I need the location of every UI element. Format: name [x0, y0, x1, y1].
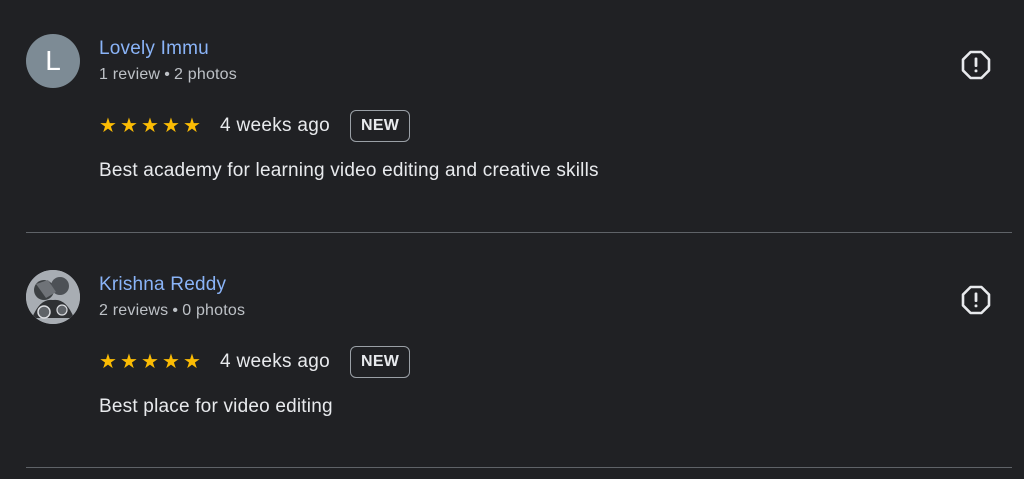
photo-count: 2 photos — [174, 66, 237, 83]
meta-separator: • — [172, 302, 179, 319]
star-icon: ★ — [162, 115, 180, 137]
reviewer-meta: 1 review • 2 photos — [99, 66, 237, 84]
review-card: L Lovely Immu 1 review • 2 photos ★ ★ ★ ★ … — [0, 0, 1024, 234]
star-icon: ★ — [141, 351, 159, 373]
divider — [26, 467, 1012, 468]
new-badge: NEW — [349, 346, 411, 378]
star-icon: ★ — [99, 351, 117, 373]
rating-row: ★ ★ ★ ★ ★ 4 weeks ago NEW — [99, 345, 411, 379]
star-icon: ★ — [183, 351, 201, 373]
avatar[interactable]: L — [26, 34, 80, 88]
star-icon: ★ — [141, 115, 159, 137]
star-rating: ★ ★ ★ ★ ★ — [99, 352, 202, 372]
reviewer-name[interactable]: Krishna Reddy — [99, 274, 226, 296]
reviewer-name[interactable]: Lovely Immu — [99, 38, 209, 60]
star-icon: ★ — [183, 115, 201, 137]
review-text: Best academy for learning video editing … — [99, 160, 599, 181]
report-icon[interactable] — [961, 285, 991, 315]
reviewer-meta: 2 reviews • 0 photos — [99, 302, 245, 320]
star-icon: ★ — [162, 351, 180, 373]
star-rating: ★ ★ ★ ★ ★ — [99, 116, 202, 136]
review-date: 4 weeks ago — [220, 351, 330, 372]
report-icon[interactable] — [961, 50, 991, 80]
star-icon: ★ — [120, 115, 138, 137]
avatar[interactable] — [26, 270, 80, 324]
review-count: 2 reviews — [99, 302, 169, 319]
divider — [26, 232, 1012, 233]
rating-row: ★ ★ ★ ★ ★ 4 weeks ago NEW — [99, 109, 411, 143]
new-badge: NEW — [349, 110, 411, 142]
review-date: 4 weeks ago — [220, 115, 330, 136]
review-text: Best place for video editing — [99, 396, 333, 417]
meta-separator: • — [164, 66, 170, 83]
review-count: 1 review — [99, 66, 161, 83]
star-icon: ★ — [120, 351, 138, 373]
photo-count: 0 photos — [182, 302, 246, 319]
review-card: Krishna Reddy 2 reviews • 0 photos ★ ★ ★ ★… — [0, 234, 1024, 469]
profile-photo-icon — [26, 270, 80, 324]
star-icon: ★ — [99, 115, 117, 137]
